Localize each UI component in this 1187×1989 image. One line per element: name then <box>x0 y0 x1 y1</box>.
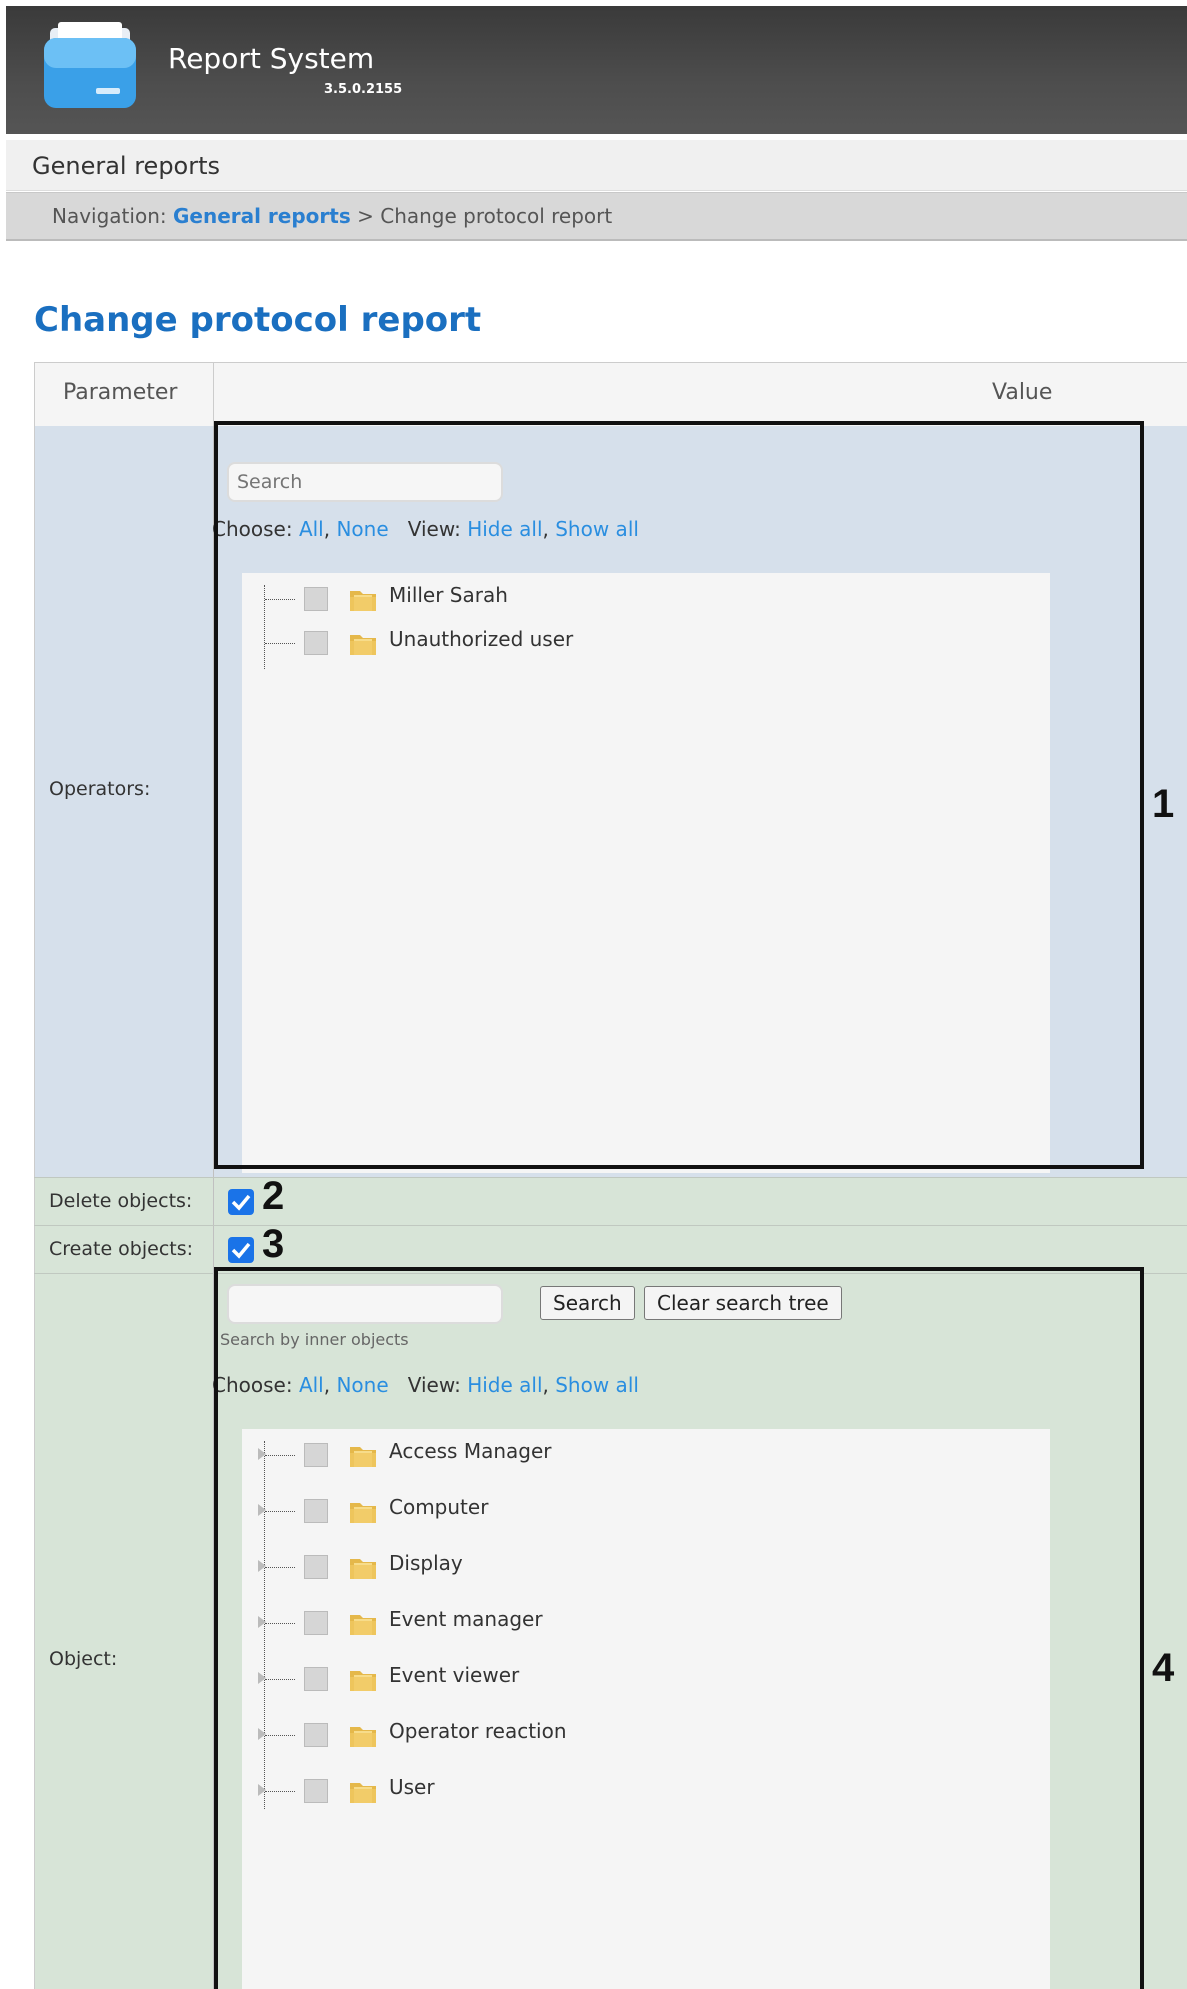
header-parameter: Parameter <box>63 380 178 405</box>
annotation-number-3: 3 <box>262 1222 285 1266</box>
object-label: Object: <box>49 1648 118 1670</box>
create-objects-checkbox[interactable] <box>228 1237 254 1263</box>
checkmark-icon <box>231 1242 251 1259</box>
delete-objects-label: Delete objects: <box>49 1190 193 1212</box>
app-title: Report System <box>168 42 375 75</box>
checkmark-icon <box>231 1194 251 1211</box>
annotation-box-1 <box>214 421 1144 1169</box>
app-header: Report System 3.5.0.2155 <box>6 6 1187 134</box>
app-version: 3.5.0.2155 <box>324 82 403 97</box>
annotation-box-4 <box>214 1267 1144 1989</box>
delete-objects-row: Delete objects: <box>34 1178 1187 1226</box>
annotation-number-1: 1 <box>1152 782 1175 826</box>
breadcrumb-link-general-reports[interactable]: General reports <box>173 204 351 228</box>
page-title: Change protocol report <box>34 300 482 340</box>
breadcrumb: Navigation: General reports > Change pro… <box>6 192 1187 241</box>
table-header: Parameter Value <box>34 362 1187 428</box>
app-frame: Report System 3.5.0.2155 General reports… <box>6 6 1187 1989</box>
header-value: Value <box>992 380 1053 405</box>
annotation-number-4: 4 <box>1152 1646 1175 1690</box>
breadcrumb-separator: > <box>357 204 374 228</box>
create-objects-label: Create objects: <box>49 1238 194 1260</box>
delete-objects-checkbox[interactable] <box>228 1189 254 1215</box>
section-bar: General reports <box>6 140 1187 191</box>
annotation-number-2: 2 <box>262 1174 285 1218</box>
section-title: General reports <box>32 152 221 180</box>
operators-label: Operators: <box>49 778 151 800</box>
breadcrumb-prefix: Navigation: <box>52 204 167 228</box>
breadcrumb-current: Change protocol report <box>380 204 613 228</box>
report-system-logo <box>44 22 136 108</box>
